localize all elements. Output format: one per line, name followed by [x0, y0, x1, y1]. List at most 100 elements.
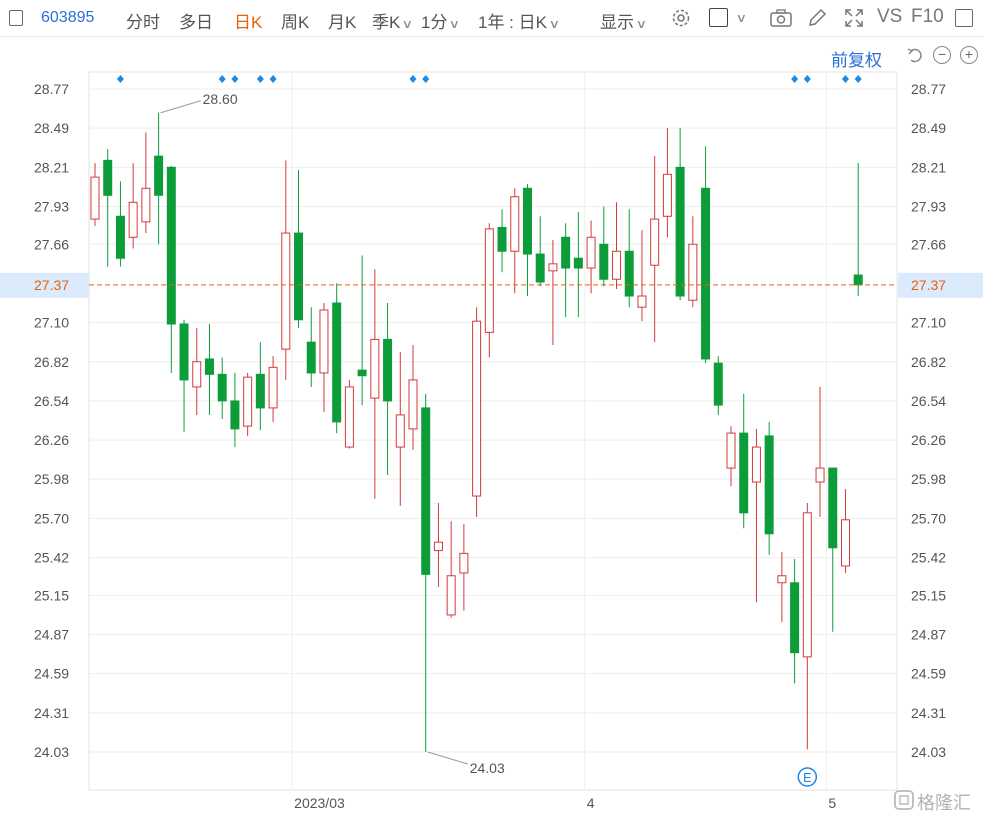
current-price-label-left: 27.37 [34, 277, 69, 293]
display-dropdown[interactable]: 显示 ∨ [600, 8, 647, 33]
candle-body [739, 432, 749, 514]
max-price-label: 28.60 [203, 91, 238, 107]
candle-body [383, 338, 393, 402]
candle-body [726, 432, 736, 469]
y-tick-label-left: 28.21 [34, 159, 69, 175]
y-tick-label-right: 24.59 [911, 666, 946, 682]
vs-compare-button[interactable]: VS [877, 6, 902, 28]
settings-gear-icon[interactable] [670, 7, 692, 29]
candle-body [166, 166, 176, 325]
candle-body [497, 226, 507, 252]
candle-body [675, 166, 685, 297]
price-adjust-button[interactable]: 前复权 [831, 46, 882, 71]
candle-body [802, 512, 812, 658]
event-marker-diamond-icon [854, 75, 862, 83]
y-tick-label-left: 28.77 [34, 81, 69, 97]
candle-body [192, 361, 202, 388]
candle-body [624, 250, 634, 297]
y-tick-label-right: 27.10 [911, 315, 946, 331]
current-price-label-right: 27.37 [911, 277, 946, 293]
tab-weekly-k[interactable]: 周K [281, 8, 309, 33]
y-tick-label-right: 28.49 [911, 120, 946, 136]
quarter-k-dropdown[interactable]: 季K ∨ [372, 8, 414, 33]
tab-intraday[interactable]: 分时 [126, 8, 160, 33]
watermark-logo-icon [894, 790, 914, 810]
toolbar: 603895 分时 多日 日K 周K 月K 季K ∨ 1分 ∨ 1年 : 日K ∨ 显… [0, 0, 983, 37]
tab-monthly-k[interactable]: 月K [328, 8, 356, 33]
candle-body [612, 250, 622, 280]
sidebar-toggle-icon[interactable] [9, 10, 23, 26]
x-tick-label: 4 [587, 795, 595, 811]
candle-body [688, 243, 698, 301]
candle-body [344, 386, 354, 448]
event-badge-label: E [803, 770, 812, 785]
event-marker-diamond-icon [791, 75, 799, 83]
y-tick-label-right: 24.31 [911, 705, 946, 721]
min-price-label: 24.03 [470, 760, 505, 776]
y-tick-label-left: 24.87 [34, 627, 69, 643]
y-tick-label-left: 26.26 [34, 432, 69, 448]
event-marker-diamond-icon [231, 75, 239, 83]
event-marker-diamond-icon [218, 75, 226, 83]
candle-body [650, 218, 660, 266]
y-tick-label-right: 24.03 [911, 744, 946, 760]
candle-body [306, 341, 316, 374]
candle-body [128, 201, 138, 238]
event-marker-diamond-icon [409, 75, 417, 83]
panel-toggle-icon[interactable] [955, 9, 973, 27]
y-tick-label-right: 26.54 [911, 393, 946, 409]
candle-body [472, 320, 482, 497]
layout-square-icon[interactable] [709, 8, 728, 27]
y-tick-label-left: 27.93 [34, 198, 69, 214]
candle-body [294, 232, 304, 321]
candle-body [204, 358, 214, 375]
y-tick-label-right: 27.66 [911, 236, 946, 252]
candle-body [777, 575, 787, 584]
candle-body [115, 215, 125, 259]
chevron-down-icon: ∨ [402, 17, 414, 31]
y-tick-label-right: 24.87 [911, 627, 946, 643]
max-price-leader [160, 100, 201, 114]
event-marker-diamond-icon [422, 75, 430, 83]
y-tick-label-right: 25.15 [911, 587, 946, 603]
candle-body [141, 187, 151, 223]
watermark-logo: 格隆汇 [893, 788, 978, 813]
pencil-draw-icon[interactable] [806, 7, 828, 29]
fullscreen-icon[interactable] [843, 7, 865, 29]
zoom-in-icon[interactable]: + [960, 46, 978, 64]
tab-multiday[interactable]: 多日 [179, 8, 213, 33]
tab-daily-k[interactable]: 日K [234, 8, 262, 33]
chevron-down-icon[interactable]: ∨ [736, 11, 747, 25]
event-marker-diamond-icon [116, 75, 124, 83]
candle-body [701, 187, 711, 360]
current-price-badge-left [0, 272, 89, 298]
y-tick-label-left: 25.98 [34, 471, 69, 487]
candle-body [332, 302, 342, 423]
stock-code[interactable]: 603895 [41, 9, 94, 27]
y-tick-label-left: 25.42 [34, 550, 69, 566]
y-tick-label-left: 24.03 [34, 744, 69, 760]
candle-body [90, 176, 100, 220]
chevron-down-icon: ∨ [548, 17, 561, 31]
y-tick-label-right: 25.98 [911, 471, 946, 487]
y-tick-label-left: 27.66 [34, 236, 69, 252]
y-tick-label-right: 25.70 [911, 510, 946, 526]
event-badge-icon [797, 767, 818, 787]
range-dropdown[interactable]: 1年 : 日K ∨ [478, 8, 561, 33]
undo-icon[interactable] [906, 45, 926, 65]
candle-body [459, 552, 469, 574]
candle-body [815, 467, 825, 483]
candle-body [751, 446, 761, 483]
minute-dropdown[interactable]: 1分 ∨ [421, 8, 461, 33]
candle-body [484, 228, 494, 333]
candlestick-chart[interactable]: 28.77 28.77 28.49 28.49 28.21 28.21 27.93 27.93… [0, 0, 983, 819]
event-marker-diamond-icon [841, 75, 849, 83]
candle-body [713, 362, 723, 406]
f10-button[interactable]: F10 [911, 6, 944, 28]
candle-body [370, 338, 380, 399]
candle-body [535, 253, 545, 283]
candle-body [230, 400, 240, 430]
zoom-out-icon[interactable]: − [933, 46, 951, 64]
camera-icon[interactable] [769, 8, 793, 28]
candle-body [179, 323, 189, 381]
